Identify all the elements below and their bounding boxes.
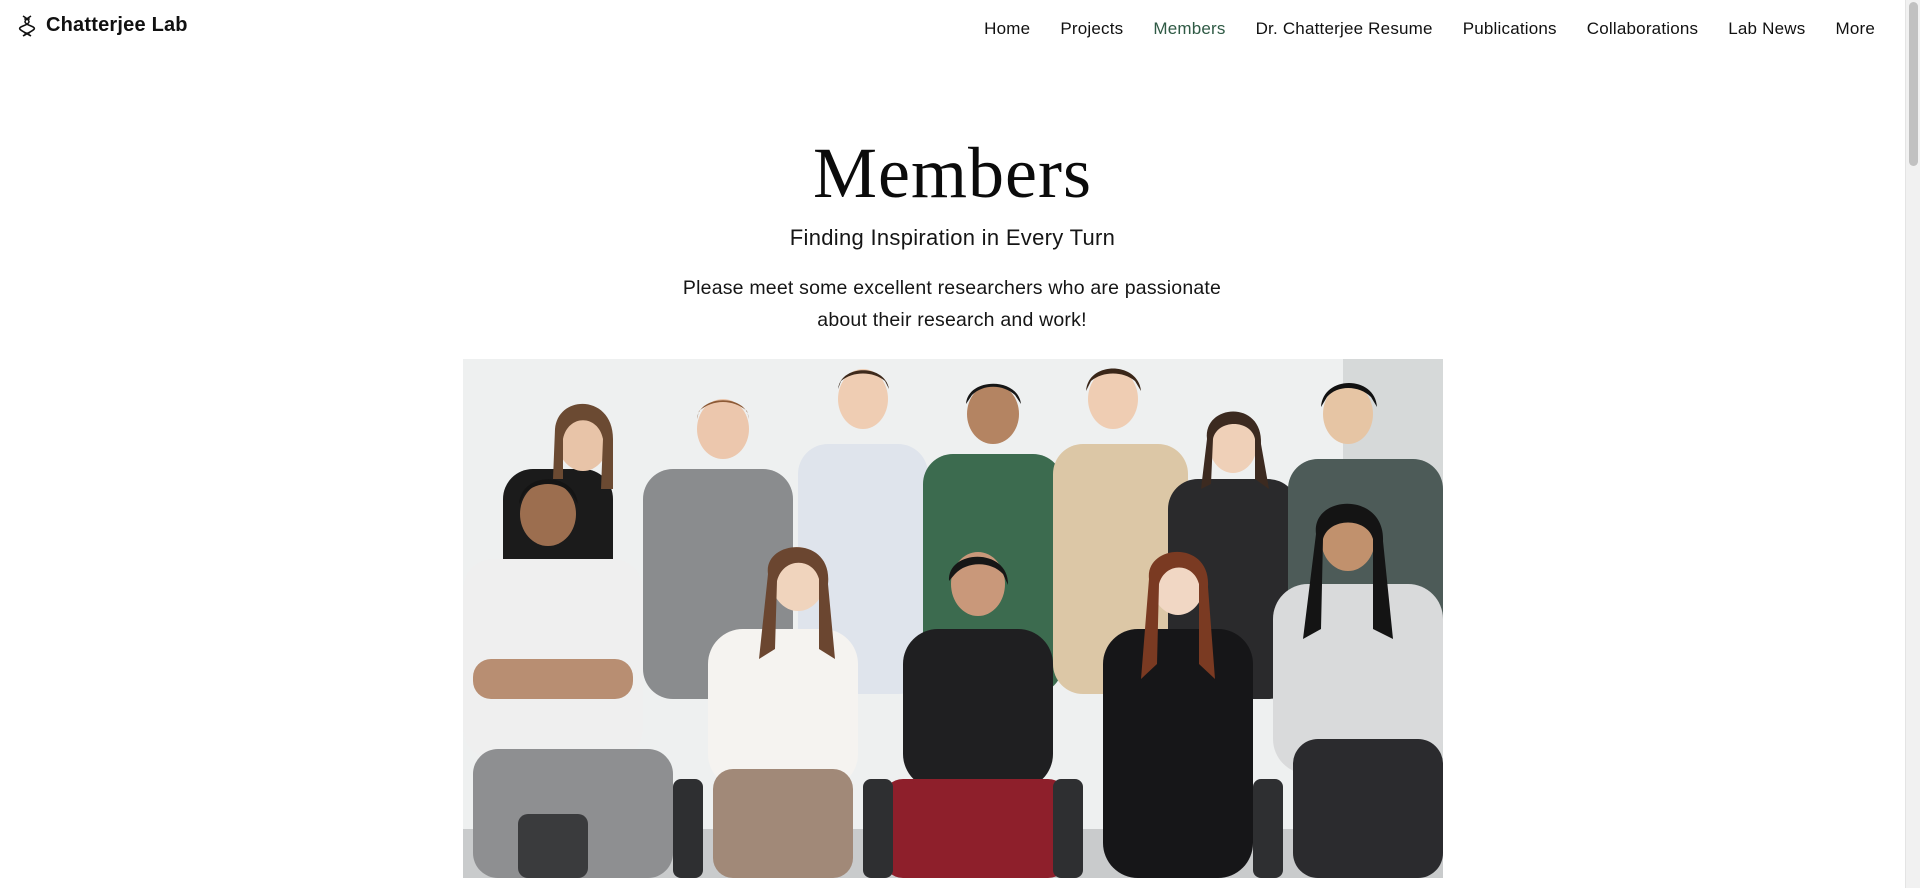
page: Chatterjee Lab Home Projects Members Dr.…	[0, 0, 1920, 888]
nav-item-collaborations[interactable]: Collaborations	[1587, 19, 1698, 39]
nav-item-lab-news[interactable]: Lab News	[1728, 19, 1805, 39]
brand[interactable]: Chatterjee Lab	[18, 14, 188, 37]
scrollbar-thumb[interactable]	[1909, 2, 1918, 166]
intro-text: Please meet some excellent researchers w…	[652, 272, 1252, 336]
page-title: Members	[813, 133, 1092, 213]
vertical-scrollbar[interactable]	[1905, 0, 1920, 888]
intro-line-2: about their research and work!	[817, 309, 1087, 331]
nav-item-projects[interactable]: Projects	[1060, 19, 1123, 39]
intro-line-1: Please meet some excellent researchers w…	[682, 277, 1222, 299]
nav-item-publications[interactable]: Publications	[1463, 19, 1557, 39]
nav-item-members[interactable]: Members	[1153, 19, 1225, 39]
nav-item-more[interactable]: More	[1835, 19, 1875, 39]
site-header: Chatterjee Lab Home Projects Members Dr.…	[0, 0, 1905, 58]
main-nav: Home Projects Members Dr. Chatterjee Res…	[954, 19, 1875, 39]
group-photo	[463, 359, 1443, 878]
page-subtitle: Finding Inspiration in Every Turn	[789, 225, 1116, 250]
dna-icon	[18, 14, 36, 37]
nav-item-resume[interactable]: Dr. Chatterjee Resume	[1256, 19, 1433, 39]
brand-name: Chatterjee Lab	[46, 14, 188, 36]
nav-item-home[interactable]: Home	[984, 19, 1030, 39]
